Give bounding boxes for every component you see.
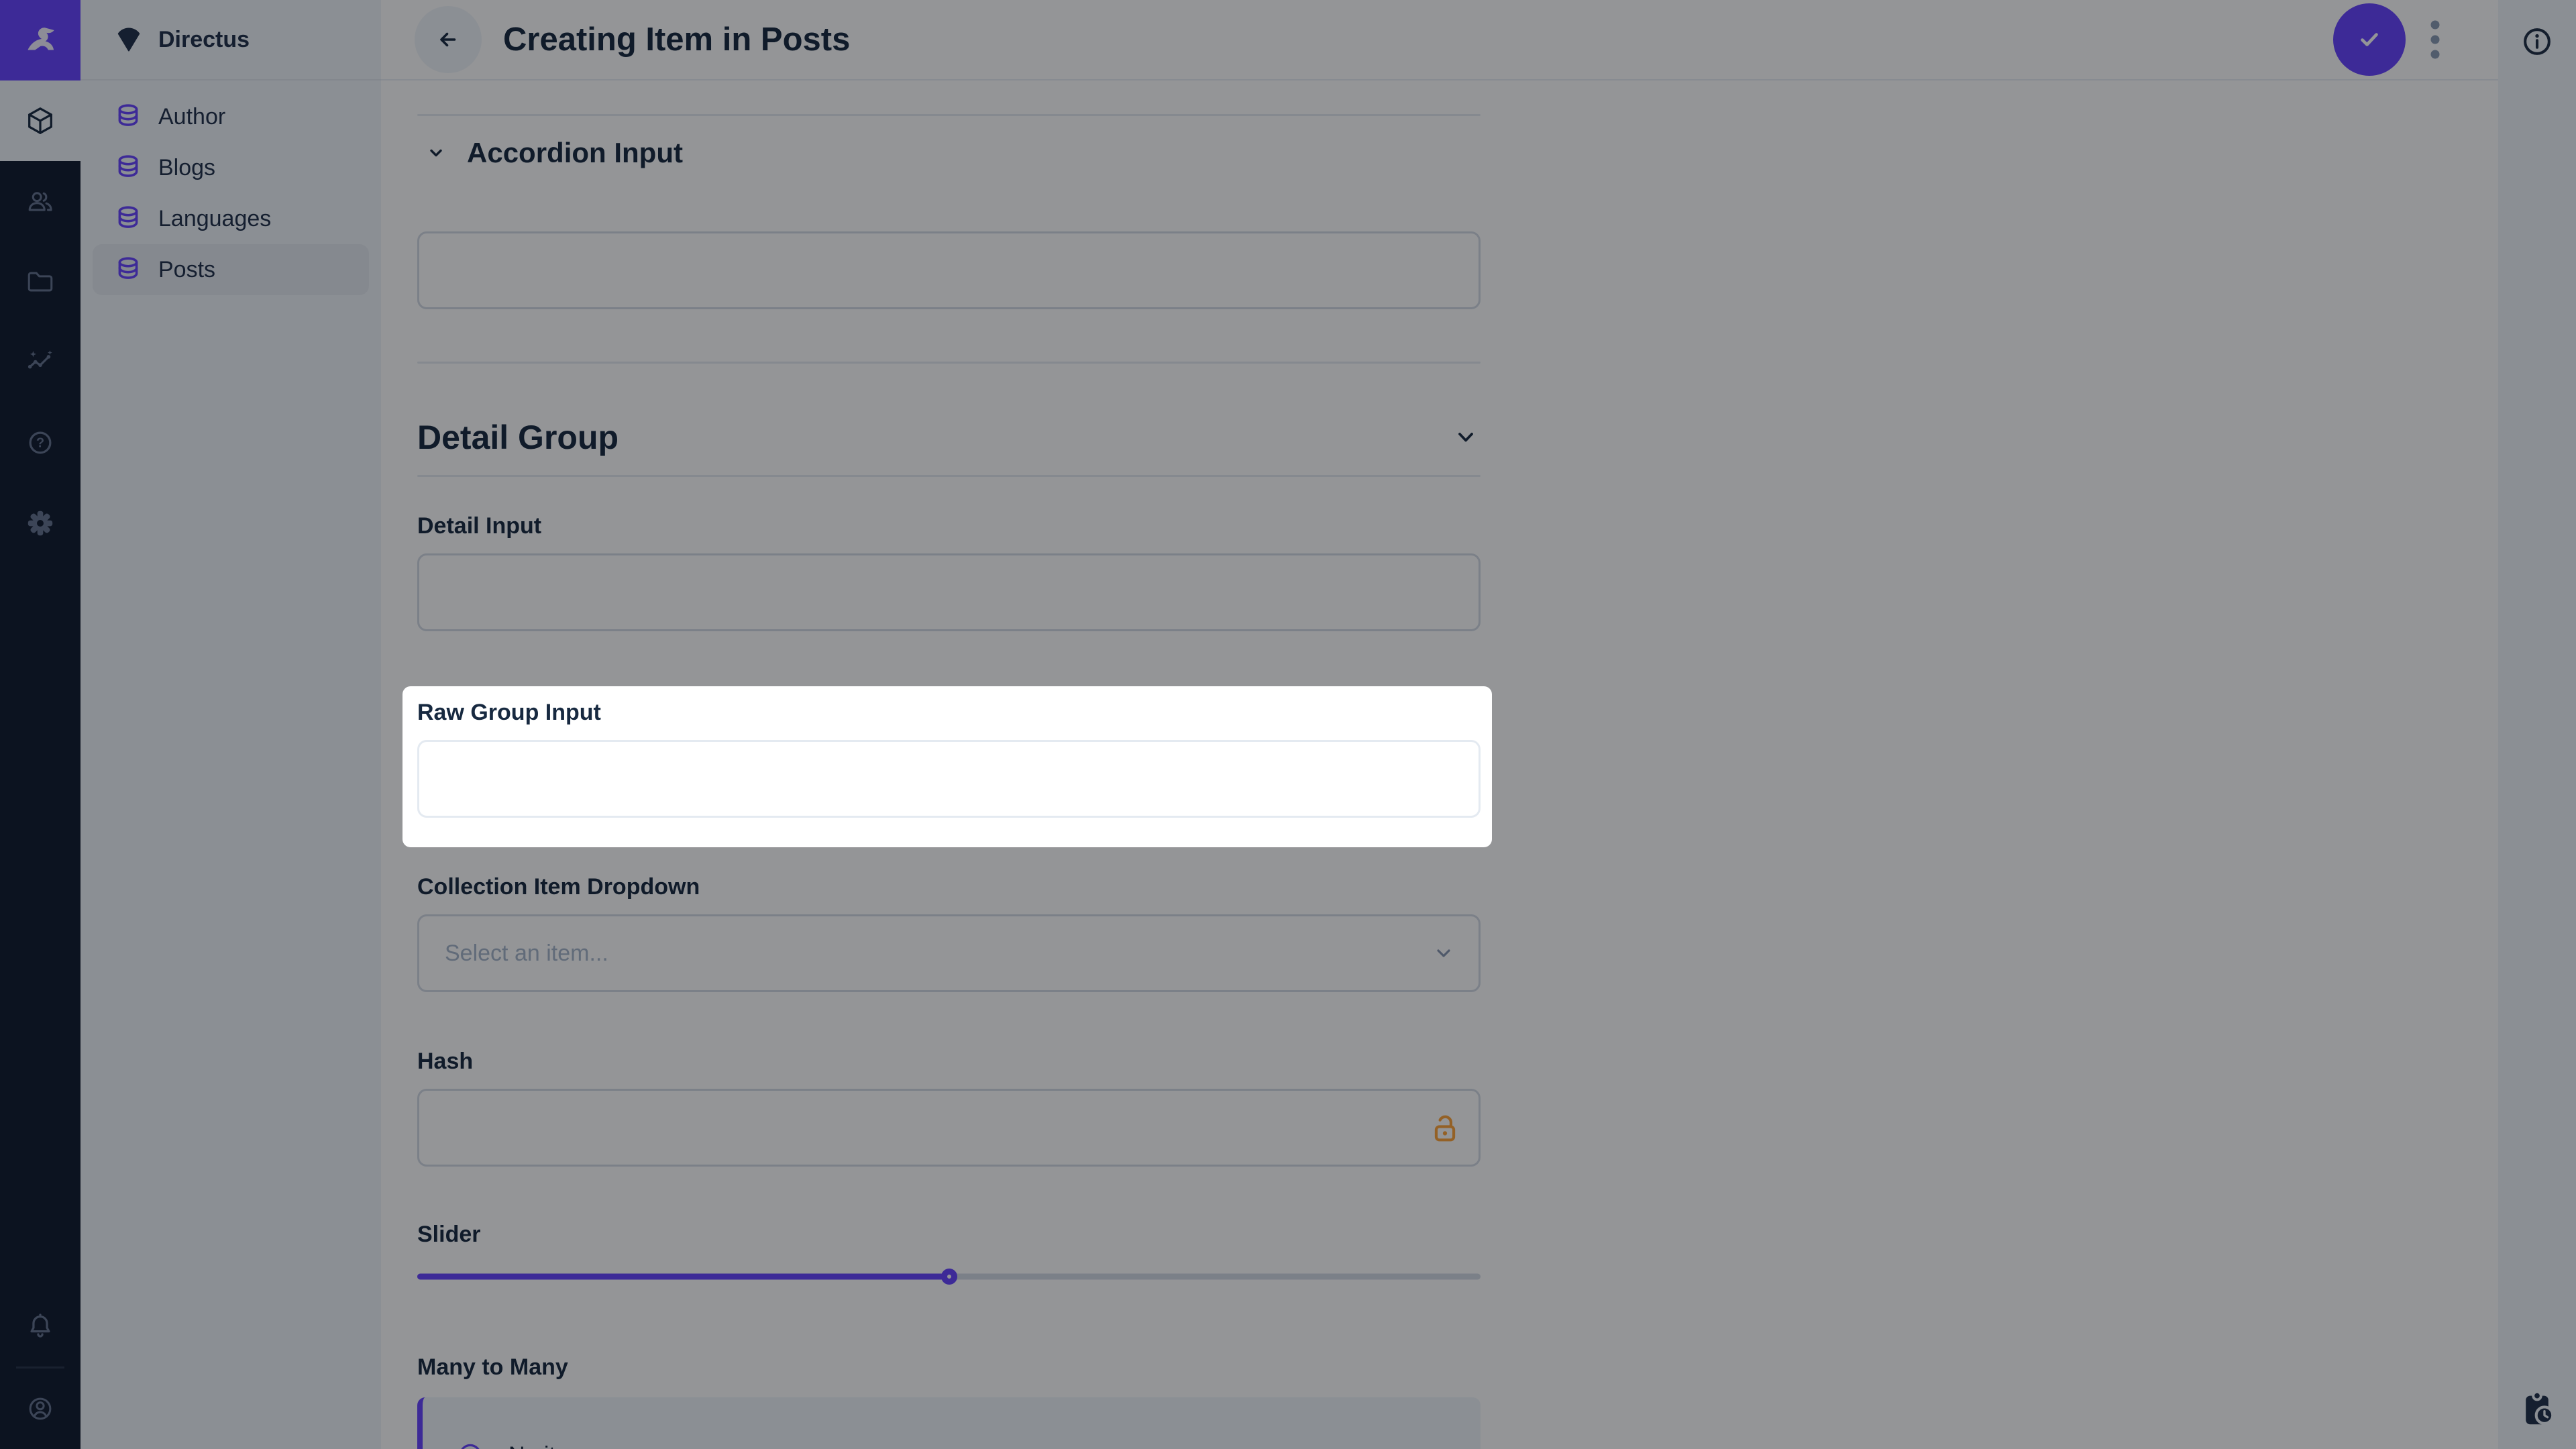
- unlock-icon: [1430, 1112, 1460, 1143]
- field-slider: Slider: [417, 1220, 1481, 1291]
- info-button[interactable]: [2516, 20, 2559, 63]
- slider-thumb[interactable]: [941, 1269, 957, 1285]
- avatar-circle-icon: [25, 1393, 56, 1424]
- module-help[interactable]: ?: [0, 402, 80, 483]
- folder-icon: [25, 266, 56, 297]
- collection-item-dropdown[interactable]: Select an item...: [417, 914, 1481, 992]
- nav-item-label: Blogs: [158, 155, 215, 181]
- nav-item-languages[interactable]: Languages: [93, 193, 369, 244]
- accordion-header[interactable]: Accordion Input: [417, 136, 1481, 170]
- field-label: Collection Item Dropdown: [417, 873, 1481, 901]
- right-sidebar: [2498, 0, 2576, 1449]
- project-name: Directus: [158, 27, 250, 53]
- collection-list: Author Blogs Languages Posts: [80, 80, 381, 295]
- nav-item-label: Posts: [158, 257, 215, 283]
- empty-items-text: No items: [508, 1442, 598, 1449]
- module-files[interactable]: [0, 241, 80, 322]
- detail-group-title: Detail Group: [417, 418, 1451, 457]
- database-icon: [114, 103, 142, 131]
- project-fan-icon: [114, 25, 144, 54]
- empty-items-notice: No items: [417, 1397, 1481, 1449]
- section-divider: [417, 114, 1481, 116]
- back-button[interactable]: [415, 6, 482, 73]
- section-divider: [417, 475, 1481, 477]
- select-placeholder: Select an item...: [445, 941, 1430, 967]
- nav-item-posts[interactable]: Posts: [93, 244, 369, 295]
- database-icon: [114, 256, 142, 284]
- page-header: Creating Item in Posts: [381, 0, 2498, 80]
- accordion-input[interactable]: [417, 231, 1481, 309]
- detail-group-header[interactable]: Detail Group: [417, 416, 1481, 459]
- clipboard-clock-icon: [2516, 1388, 2558, 1430]
- back-arrow-icon: [432, 23, 464, 56]
- section-divider: [417, 362, 1481, 364]
- database-icon: [114, 205, 142, 233]
- page-title: Creating Item in Posts: [503, 21, 2333, 58]
- main-content: Creating Item in Posts Accordion Input D…: [381, 0, 2498, 1449]
- field-raw-group-input-spotlight: Raw Group Input: [402, 686, 1492, 847]
- select-chevron-icon: [1430, 940, 1457, 967]
- item-form: Accordion Input Detail Group Detail Inpu…: [417, 114, 1481, 1449]
- revisions-button[interactable]: [2516, 1387, 2559, 1430]
- module-users[interactable]: [0, 161, 80, 241]
- notifications-button[interactable]: [0, 1286, 80, 1366]
- field-label: Raw Group Input: [417, 698, 1481, 727]
- vertical-dots-icon: [2430, 13, 2440, 66]
- directus-rabbit-icon: [18, 18, 62, 62]
- more-options-button[interactable]: [2415, 3, 2455, 76]
- field-label: Slider: [417, 1220, 1481, 1248]
- save-button[interactable]: [2333, 3, 2406, 76]
- module-bar: ?: [0, 0, 80, 1449]
- info-circle-icon: [455, 1440, 486, 1449]
- detail-input[interactable]: [417, 553, 1481, 631]
- field-many-to-many: Many to Many No items: [417, 1353, 1481, 1449]
- directus-logo[interactable]: [0, 0, 80, 80]
- field-label: Detail Input: [417, 512, 1481, 540]
- raw-group-input[interactable]: [417, 740, 1481, 818]
- chevron-down-icon: [1451, 423, 1481, 452]
- module-content[interactable]: [0, 80, 80, 161]
- field-hash: Hash: [417, 1047, 1481, 1167]
- nav-sidebar: Directus Author Blogs Languages Posts: [80, 0, 381, 1449]
- slider[interactable]: [417, 1262, 1481, 1291]
- gear-icon: [25, 508, 56, 539]
- database-icon: [114, 154, 142, 182]
- check-icon: [2353, 23, 2385, 56]
- module-bar-spacer: [0, 564, 80, 1286]
- module-insights[interactable]: [0, 322, 80, 402]
- nav-item-blogs[interactable]: Blogs: [93, 142, 369, 193]
- field-label: Many to Many: [417, 1353, 1481, 1381]
- nav-item-label: Languages: [158, 206, 271, 232]
- field-detail-input: Detail Input: [417, 512, 1481, 631]
- info-icon: [2518, 23, 2556, 60]
- nav-item-label: Author: [158, 104, 225, 130]
- field-label: Hash: [417, 1047, 1481, 1075]
- box-icon: [25, 105, 56, 136]
- accordion-title: Accordion Input: [467, 137, 683, 169]
- slider-fill: [417, 1274, 949, 1280]
- chart-sparkle-icon: [25, 347, 56, 378]
- field-collection-item-dropdown: Collection Item Dropdown Select an item.…: [417, 873, 1481, 992]
- question-circle-icon: ?: [25, 427, 56, 458]
- svg-text:?: ?: [36, 436, 44, 451]
- nav-item-author[interactable]: Author: [93, 91, 369, 142]
- bell-icon: [25, 1311, 56, 1342]
- hash-input[interactable]: [417, 1089, 1481, 1167]
- project-chooser[interactable]: Directus: [80, 0, 381, 80]
- module-settings[interactable]: [0, 483, 80, 564]
- people-icon: [25, 186, 56, 217]
- account-button[interactable]: [0, 1368, 80, 1449]
- chevron-down-icon: [424, 141, 448, 165]
